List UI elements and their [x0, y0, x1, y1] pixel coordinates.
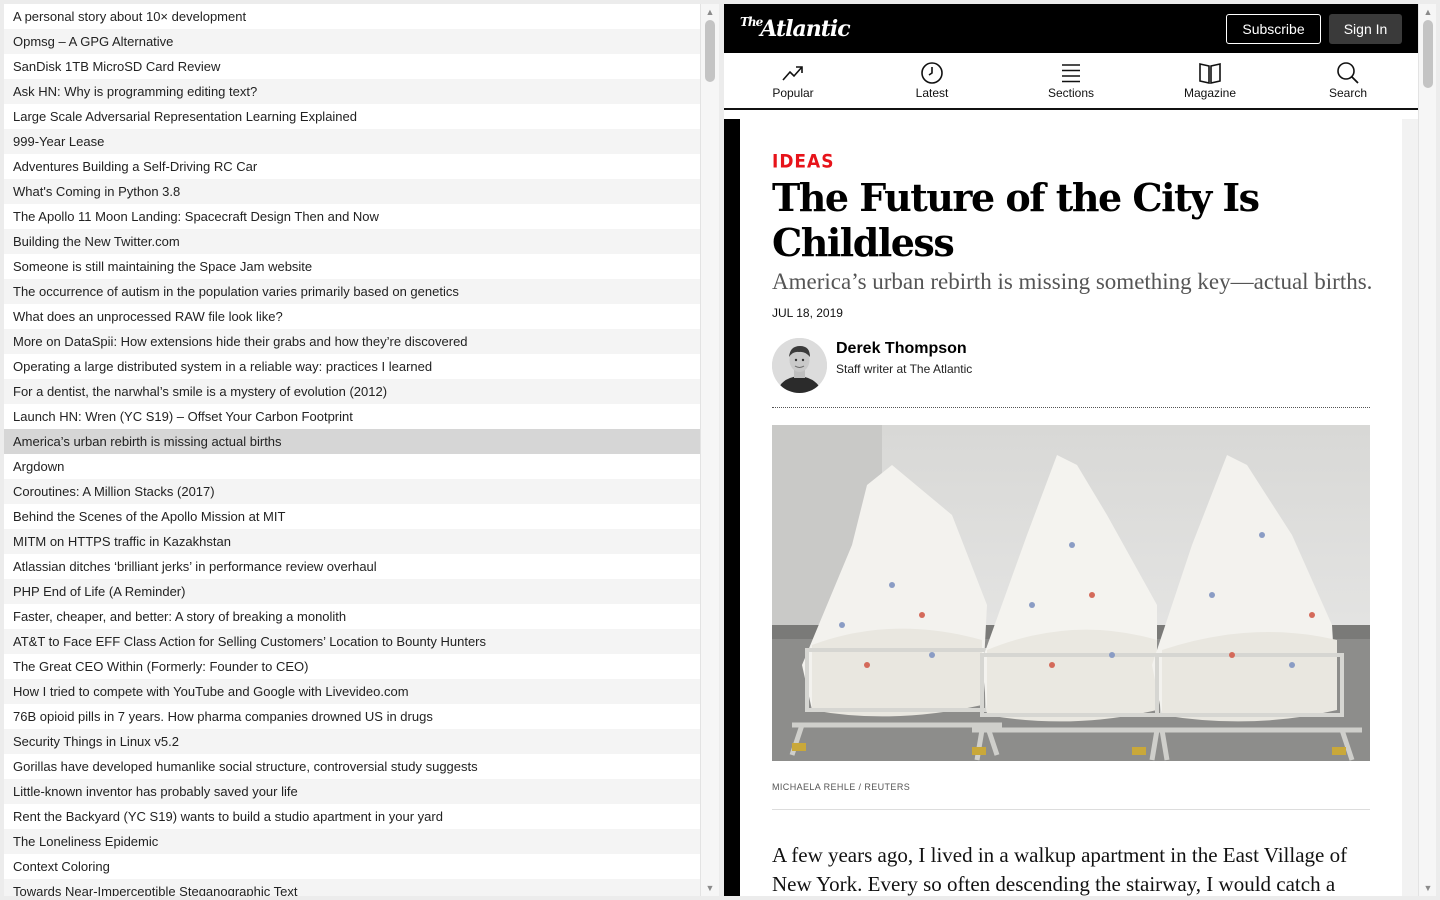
search-icon: [1337, 62, 1359, 84]
nav-label-search: Search: [1328, 86, 1368, 100]
author-portrait-icon: [772, 338, 827, 393]
byline-divider: [772, 407, 1370, 408]
nav-sections[interactable]: Sections: [1021, 53, 1121, 108]
story-list-item[interactable]: Faster, cheaper, and better: A story of …: [4, 604, 700, 629]
story-list-item[interactable]: How I tried to compete with YouTube and …: [4, 679, 700, 704]
story-list-item[interactable]: SanDisk 1TB MicroSD Card Review: [4, 54, 700, 79]
story-list-item[interactable]: A personal story about 10× development: [4, 4, 700, 29]
story-list-item[interactable]: Ask HN: Why is programming editing text?: [4, 79, 700, 104]
nav-label-latest: Latest: [915, 86, 949, 100]
site-nav: Popular Latest Sections Magazine Search: [724, 53, 1418, 110]
author-name[interactable]: Derek Thompson: [836, 340, 967, 358]
open-book-icon: [1199, 63, 1221, 84]
nav-label-magazine: Magazine: [1183, 86, 1237, 100]
story-list-item[interactable]: The occurrence of autism in the populati…: [4, 279, 700, 304]
story-list-item[interactable]: Atlassian ditches ‘brilliant jerks’ in p…: [4, 554, 700, 579]
story-list-item[interactable]: Coroutines: A Million Stacks (2017): [4, 479, 700, 504]
scroll-up-arrow-icon[interactable]: ▲: [1419, 5, 1436, 19]
article-body: A few years ago, I lived in a walkup apa…: [772, 843, 1348, 896]
story-list-item[interactable]: Opmsg – A GPG Alternative: [4, 29, 700, 54]
story-list-item[interactable]: Little-known inventor has probably saved…: [4, 779, 700, 804]
scrollbar-thumb[interactable]: [1423, 20, 1433, 88]
story-list-item[interactable]: For a dentist, the narwhal’s smile is a …: [4, 379, 700, 404]
story-list-item[interactable]: Gorillas have developed humanlike social…: [4, 754, 700, 779]
nav-label-sections: Sections: [1047, 86, 1095, 100]
story-list-item[interactable]: Rent the Backyard (YC S19) wants to buil…: [4, 804, 700, 829]
story-list: A personal story about 10× development Op…: [4, 4, 700, 896]
story-list-item[interactable]: 999-Year Lease: [4, 129, 700, 154]
nav-search[interactable]: Search: [1298, 53, 1398, 108]
author-title: Staff writer at The Atlantic: [836, 362, 973, 376]
site-logo[interactable]: TheAtlantic: [740, 15, 851, 42]
story-list-item[interactable]: The Great CEO Within (Formerly: Founder …: [4, 654, 700, 679]
clock-icon: [921, 62, 943, 84]
nav-magazine[interactable]: Magazine: [1160, 53, 1260, 108]
nav-latest[interactable]: Latest: [882, 53, 982, 108]
story-list-item[interactable]: Adventures Building a Self-Driving RC Ca…: [4, 154, 700, 179]
story-list-item[interactable]: What's Coming in Python 3.8: [4, 179, 700, 204]
nav-popular[interactable]: Popular: [743, 53, 843, 108]
logo-the: The: [740, 15, 763, 29]
scroll-down-arrow-icon[interactable]: ▼: [701, 881, 719, 895]
story-list-item[interactable]: Behind the Scenes of the Apollo Mission …: [4, 504, 700, 529]
story-list-item[interactable]: Someone is still maintaining the Space J…: [4, 254, 700, 279]
story-list-item[interactable]: Context Coloring: [4, 854, 700, 879]
story-list-item[interactable]: AT&T to Face EFF Class Action for Sellin…: [4, 629, 700, 654]
story-list-scrollbar[interactable]: ▲ ▼: [700, 4, 719, 896]
subscribe-button[interactable]: Subscribe: [1226, 14, 1321, 44]
site-header: TheAtlantic Subscribe Sign In: [724, 4, 1418, 53]
scroll-up-arrow-icon[interactable]: ▲: [701, 5, 719, 19]
author-avatar[interactable]: [772, 338, 827, 393]
story-list-item[interactable]: What does an unprocessed RAW file look l…: [4, 304, 700, 329]
lead-image: [772, 425, 1370, 761]
logo-atlantic: Atlantic: [760, 16, 850, 42]
story-list-pane: A personal story about 10× development Op…: [4, 4, 719, 896]
article-frame: IDEAS The Future of the City Is Childles…: [724, 119, 1418, 896]
story-list-item[interactable]: Towards Near-Imperceptible Steganographi…: [4, 879, 700, 896]
story-list-item[interactable]: The Loneliness Epidemic: [4, 829, 700, 854]
story-list-item[interactable]: Building the New Twitter.com: [4, 229, 700, 254]
story-list-item[interactable]: The Apollo 11 Moon Landing: Spacecraft D…: [4, 204, 700, 229]
photo-credit: MICHAELA REHLE / REUTERS: [772, 782, 911, 792]
story-list-item[interactable]: MITM on HTTPS traffic in Kazakhstan: [4, 529, 700, 554]
scroll-down-arrow-icon[interactable]: ▼: [1419, 881, 1436, 895]
story-list-item[interactable]: Launch HN: Wren (YC S19) – Offset Your C…: [4, 404, 700, 429]
story-list-item[interactable]: America’s urban rebirth is missing actua…: [4, 429, 700, 454]
trending-up-icon: [782, 66, 803, 81]
story-list-item[interactable]: 76B opioid pills in 7 years. How pharma …: [4, 704, 700, 729]
article-dek: America’s urban rebirth is missing somet…: [772, 269, 1373, 294]
story-list-item[interactable]: Large Scale Adversarial Representation L…: [4, 104, 700, 129]
nav-label-popular: Popular: [772, 86, 814, 100]
publish-date: JUL 18, 2019: [772, 306, 843, 320]
article: IDEAS The Future of the City Is Childles…: [740, 119, 1402, 896]
story-list-item[interactable]: PHP End of Life (A Reminder): [4, 579, 700, 604]
story-list-item[interactable]: More on DataSpii: How extensions hide th…: [4, 329, 700, 354]
story-list-item[interactable]: Security Things in Linux v5.2: [4, 729, 700, 754]
sign-in-button[interactable]: Sign In: [1329, 14, 1402, 44]
browser-pane: TheAtlantic Subscribe Sign In Popular La…: [724, 4, 1436, 896]
scrollbar-thumb[interactable]: [705, 20, 715, 82]
caption-divider: [772, 809, 1370, 810]
story-list-item[interactable]: Argdown: [4, 454, 700, 479]
article-gutter: [1402, 119, 1418, 896]
browser-scrollbar[interactable]: ▲ ▼: [1418, 4, 1436, 896]
menu-icon: [1062, 64, 1080, 83]
section-kicker[interactable]: IDEAS: [772, 151, 834, 173]
story-list-item[interactable]: Operating a large distributed system in …: [4, 354, 700, 379]
bassinets-photo: [772, 425, 1370, 761]
article-headline: The Future of the City Is Childless: [772, 175, 1260, 265]
